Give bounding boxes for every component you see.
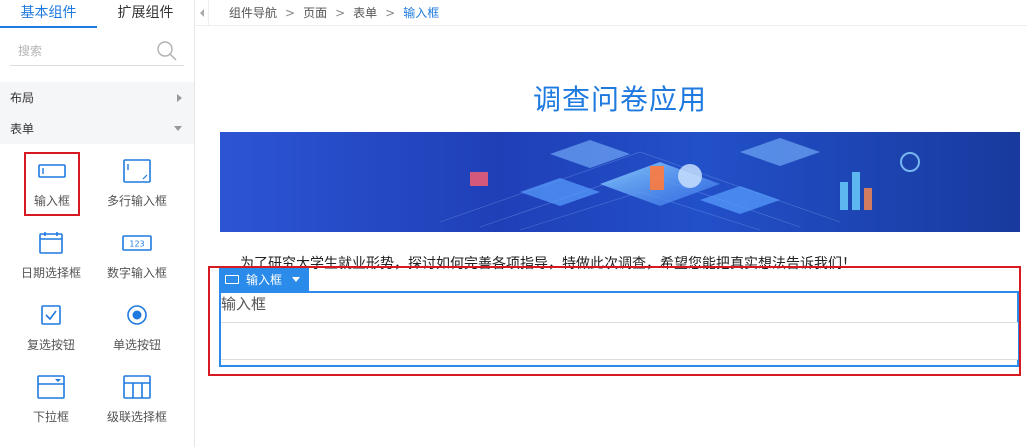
breadcrumb-separator: >	[285, 5, 296, 20]
component-cascader[interactable]: 级联选择框	[96, 368, 178, 432]
field-label: 输入框	[221, 295, 267, 313]
breadcrumb-item[interactable]: 表单	[353, 4, 377, 21]
component-dropdown[interactable]: 下拉框	[10, 368, 92, 432]
group-layout[interactable]: 布局	[0, 82, 194, 113]
component-input-box[interactable]: 输入框	[24, 152, 80, 216]
breadcrumb: 组件导航 > 页面 > 表单 > 输入框	[195, 0, 1027, 26]
component-date-picker[interactable]: 日期选择框	[10, 224, 92, 288]
breadcrumb-current: 输入框	[403, 6, 440, 20]
component-label: 数字输入框	[106, 266, 167, 280]
component-label: 单选按钮	[112, 338, 161, 352]
text-input-field[interactable]	[221, 322, 1018, 360]
caret-down-icon	[174, 126, 182, 131]
component-tag[interactable]: 输入框	[219, 268, 309, 291]
component-label: 多行输入框	[106, 194, 167, 208]
input-box-icon	[225, 275, 239, 284]
component-label: 输入框	[33, 194, 70, 208]
group-layout-label: 布局	[10, 91, 35, 105]
caret-right-icon	[177, 93, 182, 102]
search-box	[10, 38, 184, 66]
breadcrumb-separator: >	[385, 5, 396, 20]
number-icon-text: 123	[129, 240, 144, 249]
checkbox-icon	[36, 302, 66, 328]
component-checkbox[interactable]: 复选按钮	[10, 296, 92, 360]
group-form-label: 表单	[10, 122, 35, 136]
breadcrumb-item[interactable]: 页面	[303, 4, 327, 21]
page-title[interactable]: 调查问卷应用	[220, 78, 1020, 118]
sidebar-tabs: 基本组件 扩展组件	[0, 0, 194, 28]
component-radio[interactable]: 单选按钮	[96, 296, 178, 360]
banner-image[interactable]	[220, 132, 1020, 232]
cascader-icon	[122, 374, 152, 400]
number-input-icon: 123	[122, 230, 152, 256]
component-sidebar: 基本组件 扩展组件 布局 表单 输入框	[0, 0, 195, 447]
tab-extended-components[interactable]: 扩展组件	[97, 0, 194, 28]
search-icon[interactable]	[156, 40, 178, 62]
tab-basic-components[interactable]: 基本组件	[0, 0, 97, 28]
calendar-icon	[36, 230, 66, 256]
chevron-left-icon	[199, 8, 204, 17]
banner-illustration	[439, 138, 920, 231]
dropdown-icon	[36, 374, 66, 400]
group-form[interactable]: 表单	[0, 113, 194, 144]
caret-down-icon[interactable]	[292, 277, 301, 282]
component-textarea[interactable]: 多行输入框	[96, 152, 178, 216]
breadcrumb-separator: >	[335, 5, 346, 20]
component-label: 级联选择框	[106, 410, 167, 424]
component-label: 日期选择框	[20, 266, 81, 280]
app-window: 基本组件 扩展组件 布局 表单 输入框	[0, 0, 1027, 447]
collapse-sidebar-button[interactable]	[195, 0, 209, 26]
component-tag-label: 输入框	[246, 273, 283, 287]
breadcrumb-item[interactable]: 组件导航	[229, 4, 277, 21]
component-grid: 输入框 多行输入框 日期选择框 123 数字输入框 复选按钮 单选按钮 下拉框 …	[0, 144, 194, 432]
component-label: 下拉框	[32, 410, 69, 424]
textarea-icon	[122, 158, 152, 184]
radio-icon	[122, 302, 152, 328]
component-number-input[interactable]: 123 数字输入框	[96, 224, 178, 288]
component-label: 复选按钮	[26, 338, 75, 352]
input-box-icon	[37, 158, 67, 184]
